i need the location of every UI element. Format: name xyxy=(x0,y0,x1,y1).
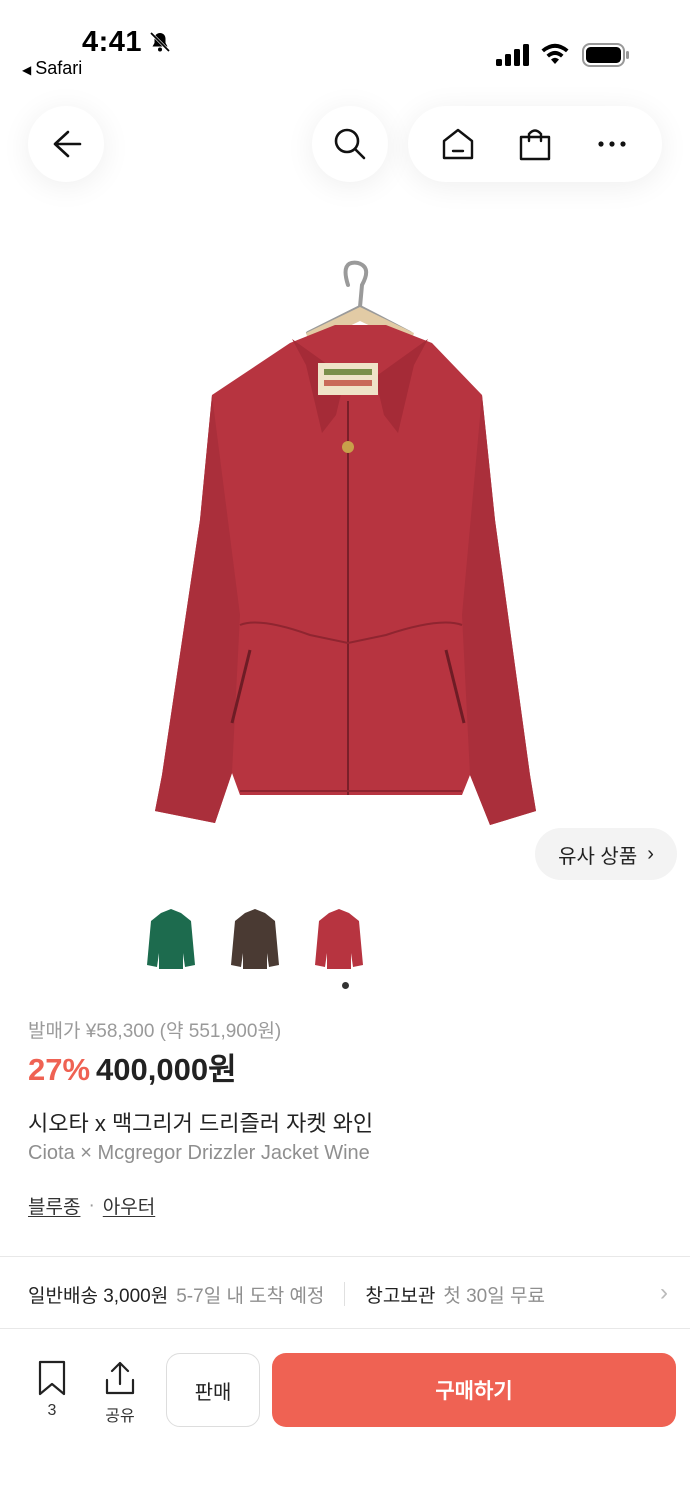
bookmark-count: 3 xyxy=(47,1402,57,1419)
product-title-english: Ciota × Mcgregor Drizzler Jacket Wine xyxy=(28,1142,370,1164)
sell-button[interactable]: 판매 xyxy=(166,1353,260,1427)
back-to-app-link[interactable]: ◀ Safari xyxy=(22,58,82,79)
product-title-korean: 시오타 x 맥그리거 드리즐러 자켓 와인 xyxy=(28,1111,374,1136)
thumbnail-green-image xyxy=(147,909,195,969)
home-icon xyxy=(443,128,474,160)
search-icon xyxy=(334,128,366,160)
category-breadcrumb: 블루종 · 아우터 xyxy=(28,1192,155,1219)
cellular-signal-icon xyxy=(496,44,529,66)
back-arrow-icon xyxy=(53,130,82,158)
back-triangle-icon: ◀ xyxy=(22,63,32,77)
vertical-separator xyxy=(344,1282,346,1306)
warehouse-storage: 창고보관 xyxy=(365,1285,436,1307)
thumbnail-brown-image xyxy=(231,909,279,969)
original-release-price: 발매가 ¥58,300 (약 551,900원) xyxy=(28,1021,282,1042)
divider xyxy=(0,1256,690,1257)
share-label: 공유 xyxy=(105,1408,135,1425)
home-button[interactable] xyxy=(428,114,488,174)
thumbnail-wine-image xyxy=(315,909,363,969)
status-time: 4:41 xyxy=(82,26,143,58)
search-button[interactable] xyxy=(312,106,388,182)
share-button[interactable]: 공유 xyxy=(100,1360,140,1426)
status-bar: 4:41 ◀ Safari xyxy=(0,0,690,88)
bell-muted-icon xyxy=(149,31,171,53)
more-icon xyxy=(598,141,626,147)
share-icon xyxy=(105,1361,135,1395)
category-link-blouson[interactable]: 블루종 xyxy=(28,1192,80,1219)
bookmark-icon xyxy=(38,1360,66,1396)
back-button[interactable] xyxy=(28,106,104,182)
selected-thumbnail-indicator xyxy=(342,982,349,989)
sale-price: 400,000원 xyxy=(96,1052,237,1087)
color-thumbnails xyxy=(140,900,380,980)
shopping-bag-button[interactable] xyxy=(505,114,565,174)
chevron-right-icon: › xyxy=(647,842,654,865)
wifi-icon xyxy=(541,43,569,64)
bookmark-button[interactable]: 3 xyxy=(32,1360,72,1420)
divider xyxy=(0,1328,690,1329)
thumbnail-brown[interactable] xyxy=(224,900,286,980)
thumbnail-green[interactable] xyxy=(140,900,202,980)
warehouse-storage-note: 첫 30일 무료 xyxy=(443,1285,545,1307)
category-separator: · xyxy=(88,1194,95,1216)
bottom-action-bar: 3 공유 판매 구매하기 xyxy=(0,1340,690,1440)
shipping-method: 일반배송 3,000원 xyxy=(28,1285,169,1307)
more-button[interactable] xyxy=(582,114,642,174)
chevron-right-icon: › xyxy=(660,1279,668,1306)
discount-percent: 27% xyxy=(28,1052,91,1087)
thumbnail-wine[interactable] xyxy=(308,900,370,980)
similar-products-button[interactable]: 유사 상품 › xyxy=(535,828,677,880)
product-image[interactable] xyxy=(110,255,580,845)
price-line: 27% 400,000원 xyxy=(28,1044,237,1089)
back-app-label: Safari xyxy=(35,58,83,78)
header-action-group xyxy=(408,106,662,182)
buy-button[interactable]: 구매하기 xyxy=(272,1353,676,1427)
shopping-bag-icon xyxy=(519,129,551,161)
similar-products-label: 유사 상품 xyxy=(558,845,638,868)
shipping-eta: 5-7일 내 도착 예정 xyxy=(176,1285,325,1307)
shipping-info-row[interactable]: 일반배송 3,000원 5-7일 내 도착 예정 창고보관 첫 30일 무료 › xyxy=(28,1279,668,1307)
category-link-outer[interactable]: 아우터 xyxy=(103,1192,155,1219)
battery-icon xyxy=(582,43,629,67)
